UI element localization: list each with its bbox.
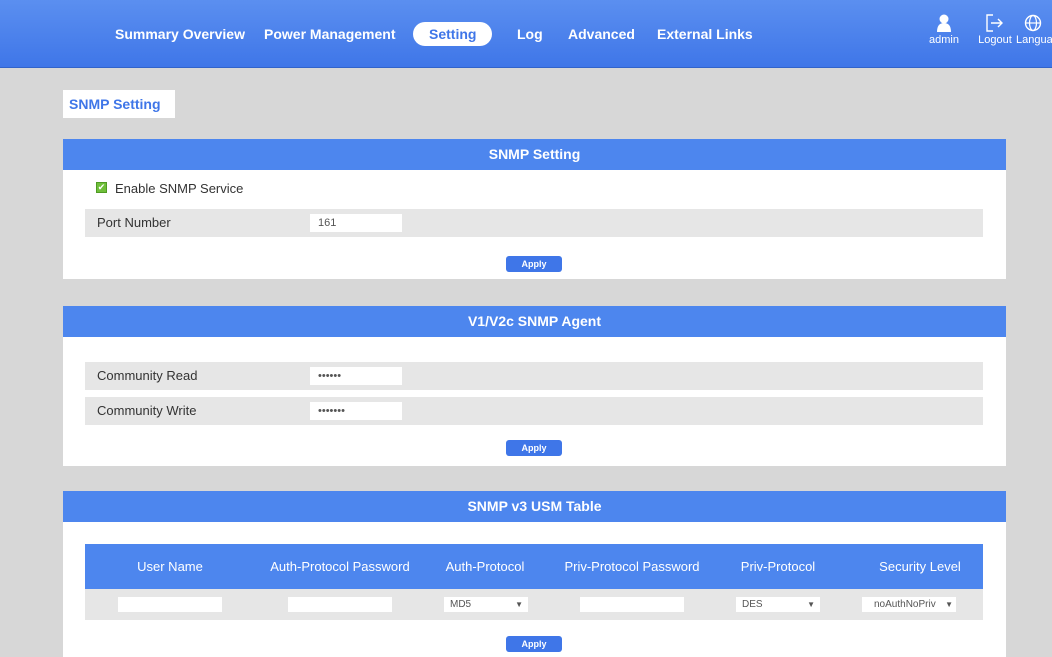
page-title-tab: SNMP Setting (63, 90, 175, 118)
auth-protocol-value: MD5 (450, 599, 472, 610)
priv-protocol-value: DES (742, 599, 763, 610)
priv-protocol-select[interactable]: DES ▼ (736, 597, 820, 612)
community-read-row: Community Read •••••• (85, 362, 983, 390)
nav-summary-overview[interactable]: Summary Overview (115, 26, 245, 42)
snmp-setting-apply-button[interactable]: Apply (506, 256, 562, 272)
community-write-input[interactable]: ••••••• (310, 402, 402, 420)
v1v2c-agent-panel: V1/V2c SNMP Agent Community Read •••••• … (63, 306, 1006, 466)
community-read-input[interactable]: •••••• (310, 367, 402, 385)
nav-power-management[interactable]: Power Management (264, 26, 395, 42)
column-auth-protocol: Auth-Protocol (445, 559, 525, 574)
language-label: Language (1016, 34, 1052, 46)
user-icon (937, 14, 951, 32)
port-number-input[interactable]: 161 (310, 214, 402, 232)
nav-advanced[interactable]: Advanced (568, 26, 635, 42)
security-level-value: noAuthNoPriv (874, 599, 936, 610)
snmp-setting-header: SNMP Setting (63, 139, 1006, 170)
chevron-down-icon: ▼ (515, 600, 523, 609)
user-menu[interactable]: admin (928, 14, 960, 46)
enable-snmp-label: Enable SNMP Service (115, 181, 244, 196)
logout-label: Logout (978, 34, 1012, 46)
nav-log[interactable]: Log (517, 26, 543, 42)
nav-external-links[interactable]: External Links (657, 26, 753, 42)
usm-table-panel: SNMP v3 USM Table User Name Auth-Protoco… (63, 491, 1006, 657)
usm-table-header: SNMP v3 USM Table (63, 491, 1006, 522)
chevron-down-icon: ▼ (945, 600, 953, 609)
column-auth-protocol-password: Auth-Protocol Password (270, 559, 410, 574)
auth-protocol-select[interactable]: MD5 ▼ (444, 597, 528, 612)
language-menu[interactable]: Language (1016, 14, 1052, 46)
top-navigation-bar: Summary Overview Power Management Settin… (0, 0, 1052, 68)
community-write-label: Community Write (97, 403, 197, 418)
column-priv-protocol: Priv-Protocol (740, 559, 816, 574)
user-label: admin (929, 34, 959, 46)
logout-icon (986, 14, 1003, 32)
v1v2c-apply-button[interactable]: Apply (506, 440, 562, 456)
chevron-down-icon: ▼ (807, 600, 815, 609)
v1v2c-agent-header: V1/V2c SNMP Agent (63, 306, 1006, 337)
user-name-input[interactable] (118, 597, 222, 612)
community-write-row: Community Write ••••••• (85, 397, 983, 425)
usm-table-column-headers: User Name Auth-Protocol Password Auth-Pr… (85, 544, 983, 589)
table-row: MD5 ▼ DES ▼ noAuthNoPriv ▼ (85, 589, 983, 620)
logout-button[interactable]: Logout (975, 14, 1015, 46)
priv-protocol-password-input[interactable] (580, 597, 684, 612)
column-security-level: Security Level (879, 559, 961, 574)
auth-protocol-password-input[interactable] (288, 597, 392, 612)
nav-setting[interactable]: Setting (413, 22, 493, 46)
globe-icon (1024, 14, 1042, 32)
enable-snmp-checkbox[interactable]: ✔ (96, 182, 107, 193)
port-number-label: Port Number (97, 215, 171, 230)
snmp-setting-panel: SNMP Setting ✔ Enable SNMP Service Port … (63, 139, 1006, 279)
column-priv-protocol-password: Priv-Protocol Password (564, 559, 700, 574)
usm-apply-button[interactable]: Apply (506, 636, 562, 652)
column-user-name: User Name (137, 559, 203, 574)
port-number-row: Port Number 161 (85, 209, 983, 237)
security-level-select[interactable]: noAuthNoPriv ▼ (862, 597, 956, 612)
community-read-label: Community Read (97, 368, 198, 383)
